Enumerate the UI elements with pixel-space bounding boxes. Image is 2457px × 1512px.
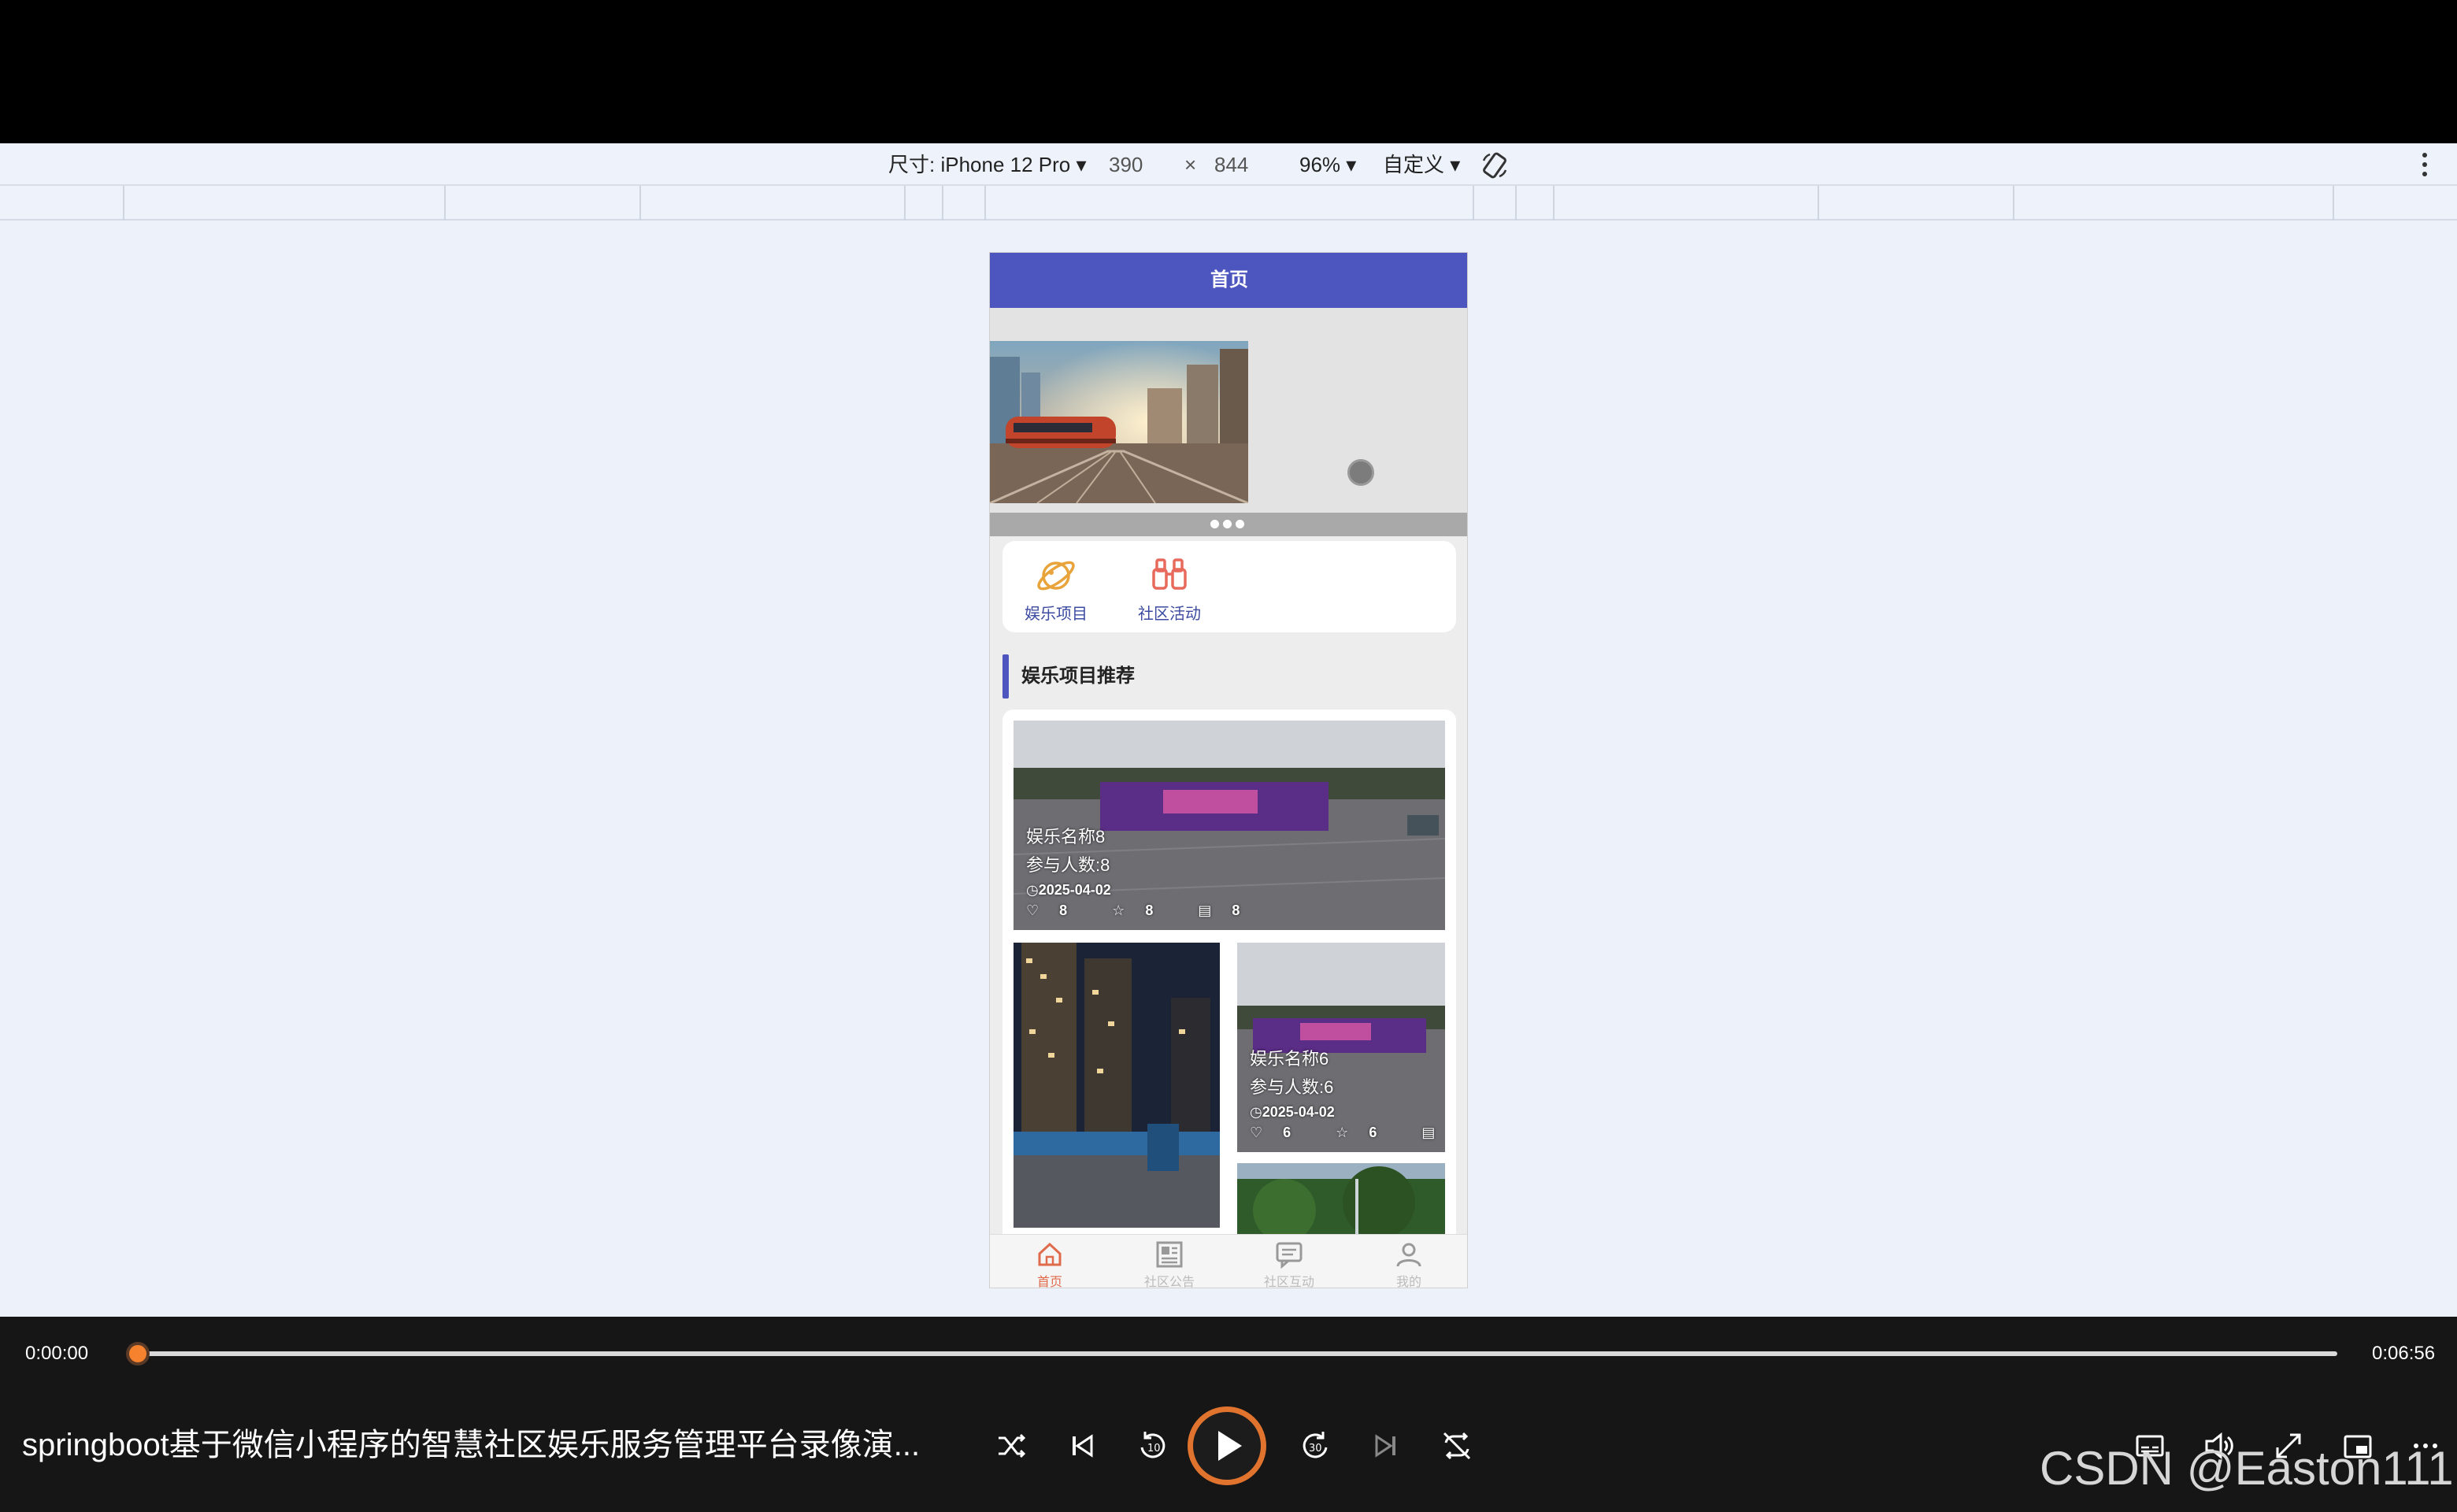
svg-text:30: 30	[1309, 1443, 1322, 1455]
chat-icon	[1274, 1240, 1304, 1269]
category-menu: 娱乐项目 社区活动	[1002, 541, 1456, 632]
recommend-list: 娱乐名称8 参与人数:8 ◷2025-04-02 ♡ 8 ☆ 8 ▤ 8 娱乐名…	[1002, 710, 1456, 1288]
media-query-ruler	[0, 186, 2457, 220]
binoculars-icon	[1147, 554, 1191, 598]
comment-icon: ▤	[1198, 902, 1212, 918]
device-toolbar: 尺寸: iPhone 12 Pro ▾ 390 × 844 96% ▾ 自定义 …	[0, 143, 2457, 186]
tab-notice[interactable]: 社区公告	[1110, 1240, 1229, 1288]
item-date: 2025-04-02	[1262, 1104, 1335, 1120]
top-black-band	[0, 0, 2457, 143]
fav-count: 8	[1145, 902, 1154, 918]
tab-interaction[interactable]: 社区互动	[1229, 1240, 1349, 1288]
clock-icon: ◷	[1026, 882, 1039, 898]
home-icon	[1035, 1240, 1065, 1269]
current-time: 0:00:00	[25, 1343, 89, 1364]
more-options-icon[interactable]	[2422, 153, 2429, 176]
item-date: 2025-04-02	[1038, 882, 1111, 898]
user-icon	[1394, 1240, 1424, 1269]
repeat-off-icon[interactable]	[1438, 1427, 1476, 1465]
play-icon	[1218, 1431, 1242, 1461]
rotate-icon[interactable]	[1480, 151, 1509, 180]
throttle-select[interactable]: 自定义 ▾	[1383, 151, 1460, 178]
video-title: springboot基于微信小程序的智慧社区娱乐服务管理平台录像演...	[22, 1428, 921, 1462]
menu-item-entertainment[interactable]: 娱乐项目	[1009, 554, 1103, 624]
fav-count: 6	[1369, 1125, 1377, 1140]
menu-item-community-activity[interactable]: 社区活动	[1122, 554, 1217, 624]
height-input[interactable]: 844	[1214, 151, 1248, 178]
tab-label: 社区互动	[1263, 1276, 1314, 1288]
width-input[interactable]: 390	[1109, 151, 1143, 178]
item-people: 参与人数:6	[1250, 1077, 1334, 1097]
rewind-10-icon[interactable]: 10	[1134, 1427, 1172, 1465]
like-icon: ♡	[1026, 902, 1040, 918]
section-title: 娱乐项目推荐	[1002, 654, 1135, 699]
item-overlay: 娱乐名称8 参与人数:8 ◷2025-04-02 ♡ 8 ☆ 8 ▤ 8	[1026, 823, 1280, 921]
tab-mine[interactable]: 我的	[1349, 1240, 1467, 1288]
next-icon[interactable]	[1367, 1427, 1405, 1465]
like-count: 6	[1283, 1125, 1292, 1140]
menu-label: 娱乐项目	[1025, 606, 1088, 623]
list-item[interactable]: 娱乐名称8 参与人数:8 ◷2025-04-02 ♡ 8 ☆ 8 ▤ 8	[1014, 721, 1445, 930]
progress-handle[interactable]	[126, 1342, 150, 1366]
comment-count: 8	[1232, 902, 1240, 918]
item-name: 娱乐名称6	[1250, 1049, 1329, 1069]
watermark: CSDN @Easton111	[2040, 1442, 2454, 1495]
clock-icon: ◷	[1250, 1104, 1262, 1120]
total-time: 0:06:56	[2372, 1343, 2436, 1364]
item-image	[1014, 943, 1220, 1228]
tab-label: 我的	[1395, 1276, 1421, 1288]
item-people: 参与人数:8	[1026, 855, 1110, 875]
progress-track[interactable]	[128, 1351, 2337, 1356]
svg-text:10: 10	[1147, 1443, 1161, 1455]
item-name: 娱乐名称8	[1026, 827, 1106, 847]
screen: 尺寸: iPhone 12 Pro ▾ 390 × 844 96% ▾ 自定义 …	[0, 0, 2457, 1512]
star-icon: ☆	[1112, 902, 1125, 918]
phone-screen: 首页 娱乐项目 社区活动 娱乐项目推荐 娱乐名称8 参与人数:8 ◷2025-0…	[989, 252, 1468, 1288]
list-item[interactable]	[1014, 943, 1220, 1228]
like-count: 8	[1059, 902, 1068, 918]
menu-label: 社区活动	[1138, 606, 1201, 623]
device-select[interactable]: 尺寸: iPhone 12 Pro ▾	[888, 151, 1087, 178]
news-icon	[1154, 1240, 1184, 1269]
like-icon: ♡	[1250, 1125, 1263, 1140]
floating-button[interactable]	[1347, 459, 1374, 486]
forward-30-icon[interactable]: 30	[1296, 1427, 1334, 1465]
tab-home[interactable]: 首页	[990, 1240, 1110, 1288]
zoom-select[interactable]: 96% ▾	[1299, 151, 1356, 178]
shuffle-icon[interactable]	[992, 1427, 1030, 1465]
star-icon: ☆	[1336, 1125, 1349, 1140]
tab-bar: 首页 社区公告 社区互动 我的	[990, 1234, 1467, 1288]
comment-icon: ▤	[1421, 1125, 1436, 1140]
play-button[interactable]	[1188, 1406, 1266, 1485]
previous-icon[interactable]	[1063, 1427, 1101, 1465]
item-overlay: 娱乐名称6 参与人数:6 ◷2025-04-02 ♡6 ☆6 ▤6	[1250, 1045, 1445, 1143]
times-sign: ×	[1184, 153, 1197, 176]
swiper-indicator	[990, 513, 1467, 536]
banner-image-train[interactable]	[990, 341, 1248, 503]
page-title: 首页	[990, 253, 1467, 308]
list-item[interactable]: 娱乐名称6 参与人数:6 ◷2025-04-02 ♡6 ☆6 ▤6	[1237, 943, 1445, 1152]
tab-label: 社区公告	[1143, 1276, 1195, 1288]
tab-label: 首页	[1036, 1276, 1062, 1288]
planet-icon	[1034, 554, 1078, 598]
section-title-bar	[1002, 654, 1009, 699]
banner-swiper[interactable]	[990, 308, 1467, 521]
section-title-text: 娱乐项目推荐	[1021, 665, 1135, 687]
